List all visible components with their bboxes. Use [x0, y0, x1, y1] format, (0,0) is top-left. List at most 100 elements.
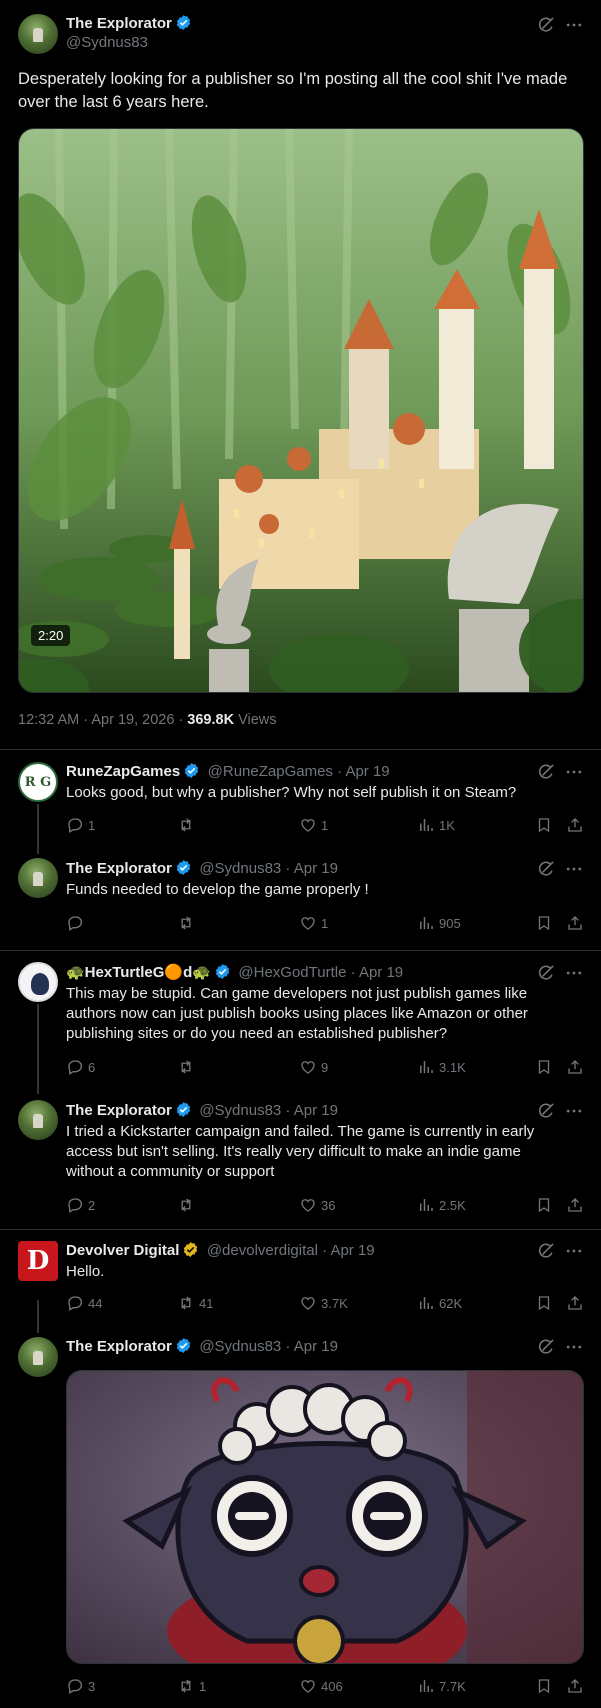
- verified-badge-icon: [175, 1101, 192, 1118]
- author-name[interactable]: The Explorator: [66, 1338, 172, 1355]
- author-handle[interactable]: @Sydnus83: [66, 34, 148, 51]
- bookmark-icon: [535, 1677, 553, 1695]
- share-button[interactable]: [566, 1294, 584, 1312]
- video-thumbnail: [19, 129, 583, 692]
- reply-icon: [66, 816, 84, 834]
- share-button[interactable]: [566, 816, 584, 834]
- like-button[interactable]: 1: [299, 914, 328, 932]
- reply-date[interactable]: · Apr 19: [346, 964, 404, 981]
- grok-icon[interactable]: [536, 15, 556, 35]
- grok-icon[interactable]: [536, 859, 556, 879]
- avatar[interactable]: D: [18, 1241, 58, 1281]
- video-player[interactable]: 2:20: [18, 128, 584, 693]
- reply-button[interactable]: 3: [66, 1677, 95, 1695]
- more-icon[interactable]: [564, 762, 584, 782]
- views-button[interactable]: 905: [417, 914, 461, 932]
- thread-line: [37, 1300, 39, 1333]
- share-button[interactable]: [566, 1058, 584, 1076]
- reply-count: 1: [88, 817, 96, 833]
- reply-header: 🐢HexTurtleG🟠d🐢 @HexGodTurtle · Apr 19: [66, 963, 403, 982]
- reply-date[interactable]: · Apr 19: [281, 1102, 338, 1119]
- bookmark-button[interactable]: [535, 1058, 553, 1076]
- author-handle[interactable]: @HexGodTurtle: [238, 964, 346, 981]
- grok-icon[interactable]: [536, 1101, 556, 1121]
- grok-icon[interactable]: [536, 762, 556, 782]
- views-button[interactable]: 62K: [417, 1294, 462, 1312]
- more-icon[interactable]: [564, 1337, 584, 1357]
- author-handle[interactable]: @RuneZapGames: [208, 763, 333, 780]
- share-icon: [566, 914, 584, 932]
- reply-date[interactable]: · Apr 19: [281, 1338, 338, 1355]
- views-button[interactable]: 3.1K: [417, 1058, 466, 1076]
- author-name[interactable]: 🐢HexTurtleG🟠d🐢: [66, 964, 211, 981]
- share-icon: [566, 1058, 584, 1076]
- repost-button[interactable]: [177, 914, 199, 932]
- reply-button[interactable]: 2: [66, 1196, 95, 1214]
- author-handle[interactable]: @Sydnus83: [199, 1102, 281, 1119]
- timestamp[interactable]: 12:32 AM · Apr 19, 2026 ·: [18, 712, 187, 728]
- reply-date[interactable]: · Apr 19: [281, 860, 338, 877]
- views-button[interactable]: 2.5K: [417, 1196, 466, 1214]
- author-name[interactable]: The Explorator: [66, 14, 192, 32]
- grok-icon[interactable]: [536, 1241, 556, 1261]
- share-button[interactable]: [566, 1677, 584, 1695]
- author-handle[interactable]: @devolverdigital: [207, 1242, 318, 1259]
- author-handle[interactable]: @Sydnus83: [199, 1338, 281, 1355]
- reply-button[interactable]: [66, 914, 88, 932]
- reply-date[interactable]: · Apr 19: [318, 1242, 375, 1259]
- reply-text: Funds needed to develop the game properl…: [66, 881, 369, 898]
- views-icon: [417, 1294, 435, 1312]
- author-name-text[interactable]: The Explorator: [66, 15, 172, 32]
- views-button[interactable]: 7.7K: [417, 1677, 466, 1695]
- repost-button[interactable]: [177, 1058, 199, 1076]
- author-handle[interactable]: @Sydnus83: [199, 860, 281, 877]
- reply-button[interactable]: 1: [66, 816, 95, 834]
- divider: [0, 1229, 601, 1230]
- bookmark-button[interactable]: [535, 1294, 553, 1312]
- reply-text: I tried a Kickstarter campaign and faile…: [66, 1123, 535, 1180]
- avatar[interactable]: [18, 1100, 58, 1140]
- like-icon: [299, 1294, 317, 1312]
- like-button[interactable]: 1: [299, 816, 328, 834]
- repost-icon: [177, 1196, 195, 1214]
- repost-button[interactable]: 1: [177, 1677, 206, 1695]
- repost-button[interactable]: [177, 816, 199, 834]
- avatar[interactable]: [18, 1337, 58, 1377]
- avatar[interactable]: [18, 962, 58, 1002]
- share-button[interactable]: [566, 1196, 584, 1214]
- repost-button[interactable]: 41: [177, 1294, 213, 1312]
- grok-icon[interactable]: [536, 1337, 556, 1357]
- reply-image[interactable]: [66, 1370, 584, 1664]
- bookmark-button[interactable]: [535, 816, 553, 834]
- bookmark-button[interactable]: [535, 1677, 553, 1695]
- reply-button[interactable]: 6: [66, 1058, 95, 1076]
- like-count: 36: [321, 1197, 336, 1213]
- share-button[interactable]: [566, 914, 584, 932]
- reply-button[interactable]: 44: [66, 1294, 102, 1312]
- author-name[interactable]: The Explorator: [66, 860, 172, 877]
- more-icon[interactable]: [564, 1241, 584, 1261]
- grok-icon[interactable]: [536, 963, 556, 983]
- like-button[interactable]: 9: [299, 1058, 328, 1076]
- views-count: 3.1K: [439, 1059, 466, 1075]
- like-button[interactable]: 36: [299, 1196, 335, 1214]
- views-button[interactable]: 1K: [417, 816, 455, 834]
- like-button[interactable]: 3.7K: [299, 1294, 348, 1312]
- avatar[interactable]: [18, 858, 58, 898]
- bookmark-button[interactable]: [535, 914, 553, 932]
- more-icon[interactable]: [564, 963, 584, 983]
- author-name[interactable]: RuneZapGames: [66, 763, 180, 780]
- reply-date[interactable]: · Apr 19: [333, 763, 390, 780]
- author-name[interactable]: Devolver Digital: [66, 1242, 179, 1259]
- bookmark-button[interactable]: [535, 1196, 553, 1214]
- avatar[interactable]: R G: [18, 762, 58, 802]
- more-icon[interactable]: [564, 859, 584, 879]
- repost-button[interactable]: [177, 1196, 199, 1214]
- more-icon[interactable]: [564, 1101, 584, 1121]
- reply-count: 2: [88, 1197, 96, 1213]
- avatar[interactable]: [18, 14, 58, 54]
- author-name[interactable]: The Explorator: [66, 1102, 172, 1119]
- more-icon[interactable]: [564, 15, 584, 35]
- like-button[interactable]: 406: [299, 1677, 343, 1695]
- repost-icon: [177, 1058, 195, 1076]
